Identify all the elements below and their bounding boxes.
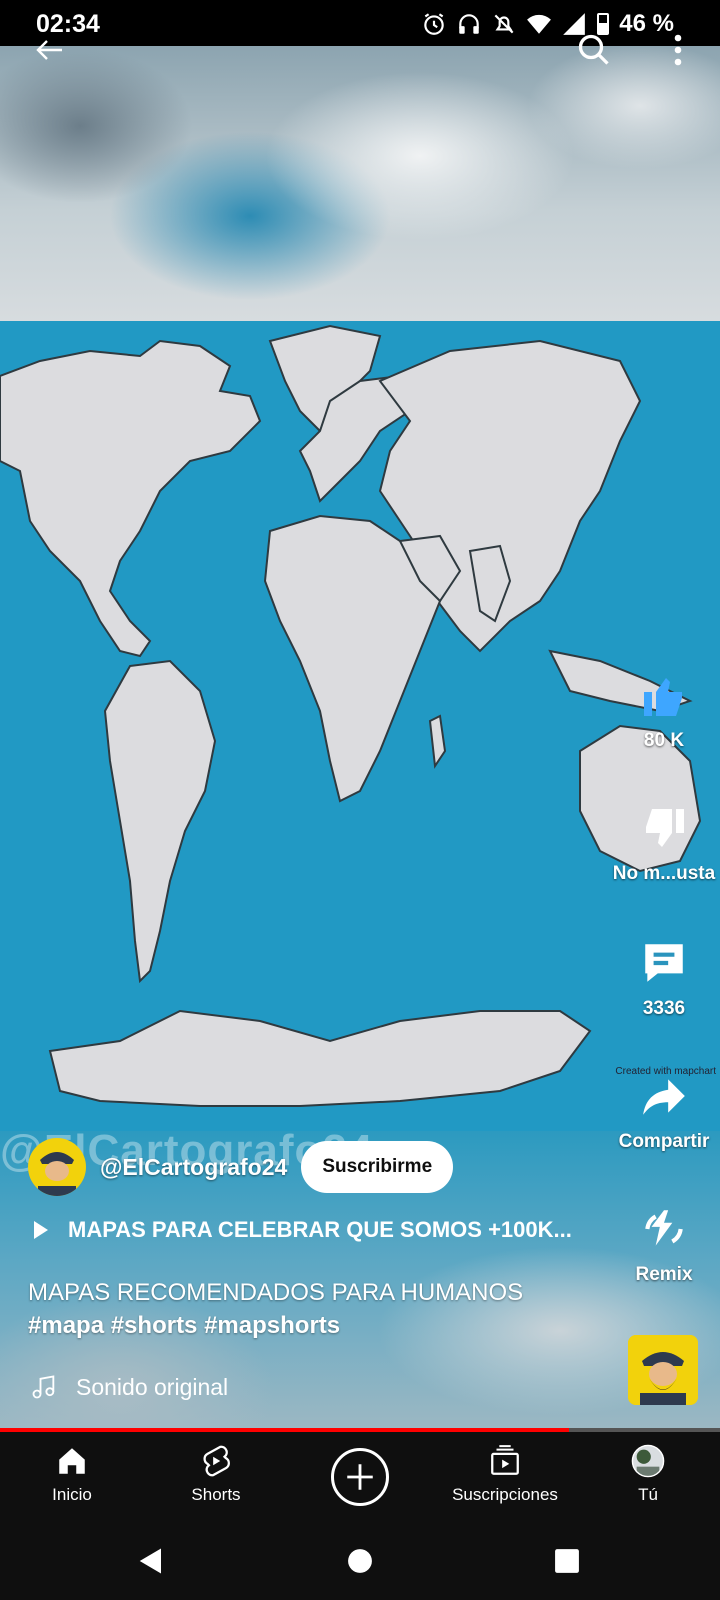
sound-thumbnail[interactable]: [628, 1335, 698, 1405]
playlist-title: MAPAS PARA CELEBRAR QUE SOMOS +100K...: [68, 1217, 572, 1242]
subscriptions-icon: [491, 1445, 519, 1475]
status-icons: 46 %: [421, 10, 674, 38]
channel-avatar[interactable]: [28, 1138, 86, 1196]
share-label: Compartir: [618, 1131, 710, 1152]
system-back-icon[interactable]: [136, 1546, 166, 1576]
like-count: 80 K: [643, 730, 685, 751]
shorts-icon: [203, 1445, 230, 1477]
share-icon: [643, 1079, 685, 1115]
nav-item-inicio[interactable]: Inicio: [7, 1444, 137, 1505]
system-recents-icon[interactable]: [554, 1548, 580, 1574]
nav-label: Tú: [638, 1485, 658, 1504]
comment-icon: [645, 944, 683, 982]
sound-label: Sonido original: [76, 1373, 229, 1400]
like-button[interactable]: 80 K: [599, 672, 720, 752]
remix-label: Remix: [635, 1264, 693, 1285]
create-button[interactable]: [331, 1448, 389, 1506]
nav-label: Suscripciones: [452, 1485, 558, 1504]
antarctica: [48, 1009, 592, 1107]
back-arrow-icon: [36, 40, 62, 60]
home-icon: [59, 1448, 85, 1474]
nav-label: Shorts: [191, 1485, 241, 1504]
back-button[interactable]: [22, 22, 78, 78]
system-home-icon[interactable]: [347, 1548, 373, 1574]
remix-icon: [645, 1210, 683, 1246]
music-note-icon: [32, 1375, 55, 1399]
nav-item-shorts[interactable]: Shorts: [151, 1444, 281, 1505]
profile-avatar: [631, 1444, 665, 1478]
thumbs-up-icon: [644, 678, 682, 716]
subscribe-button[interactable]: Suscribirme: [301, 1141, 454, 1193]
bottom-navigation: Inicio Shorts Suscripciones Tú: [0, 1432, 720, 1522]
south-america: [103, 659, 217, 984]
channel-row: @ElCartografo24 Suscribirme: [28, 1138, 454, 1196]
video-description[interactable]: MAPAS RECOMENDADOS PARA HUMANOS #mapa #s…: [28, 1276, 588, 1342]
dislike-label: No m...usta: [612, 863, 716, 884]
remix-button[interactable]: Remix: [599, 1204, 720, 1286]
more-options-button[interactable]: [650, 22, 706, 78]
description-text: MAPAS RECOMENDADOS PARA HUMANOS: [28, 1279, 524, 1306]
nav-label: Inicio: [52, 1485, 92, 1504]
madagascar: [428, 714, 447, 769]
playlist-link[interactable]: MAPAS PARA CELEBRAR QUE SOMOS +100K...: [34, 1217, 572, 1243]
sound-link[interactable]: Sonido original: [30, 1373, 228, 1401]
video-blur-top: [0, 46, 720, 321]
north-america: [0, 339, 262, 658]
channel-handle[interactable]: @ElCartografo24: [100, 1154, 287, 1181]
headphones-icon: [459, 14, 480, 34]
dislike-button[interactable]: No m...usta: [599, 805, 720, 885]
play-icon: [34, 1221, 48, 1239]
search-button[interactable]: [566, 22, 622, 78]
comment-count: 3336: [642, 998, 686, 1019]
bell-off-icon: [494, 14, 514, 34]
more-vert-icon: [674, 34, 682, 66]
nav-item-suscripciones[interactable]: Suscripciones: [440, 1444, 570, 1505]
comments-button[interactable]: 3336: [599, 938, 720, 1020]
description-hashtags[interactable]: #mapa #shorts #mapshorts: [28, 1309, 588, 1342]
alarm-icon: [424, 13, 445, 35]
search-icon: [578, 34, 609, 65]
system-navigation-bar: [0, 1522, 720, 1600]
wifi-icon: [527, 14, 552, 34]
nav-item-tu[interactable]: Tú: [583, 1444, 713, 1505]
share-button[interactable]: Compartir: [599, 1071, 720, 1153]
thumbs-down-icon: [646, 809, 684, 847]
create-plus-icon: [347, 1464, 373, 1490]
